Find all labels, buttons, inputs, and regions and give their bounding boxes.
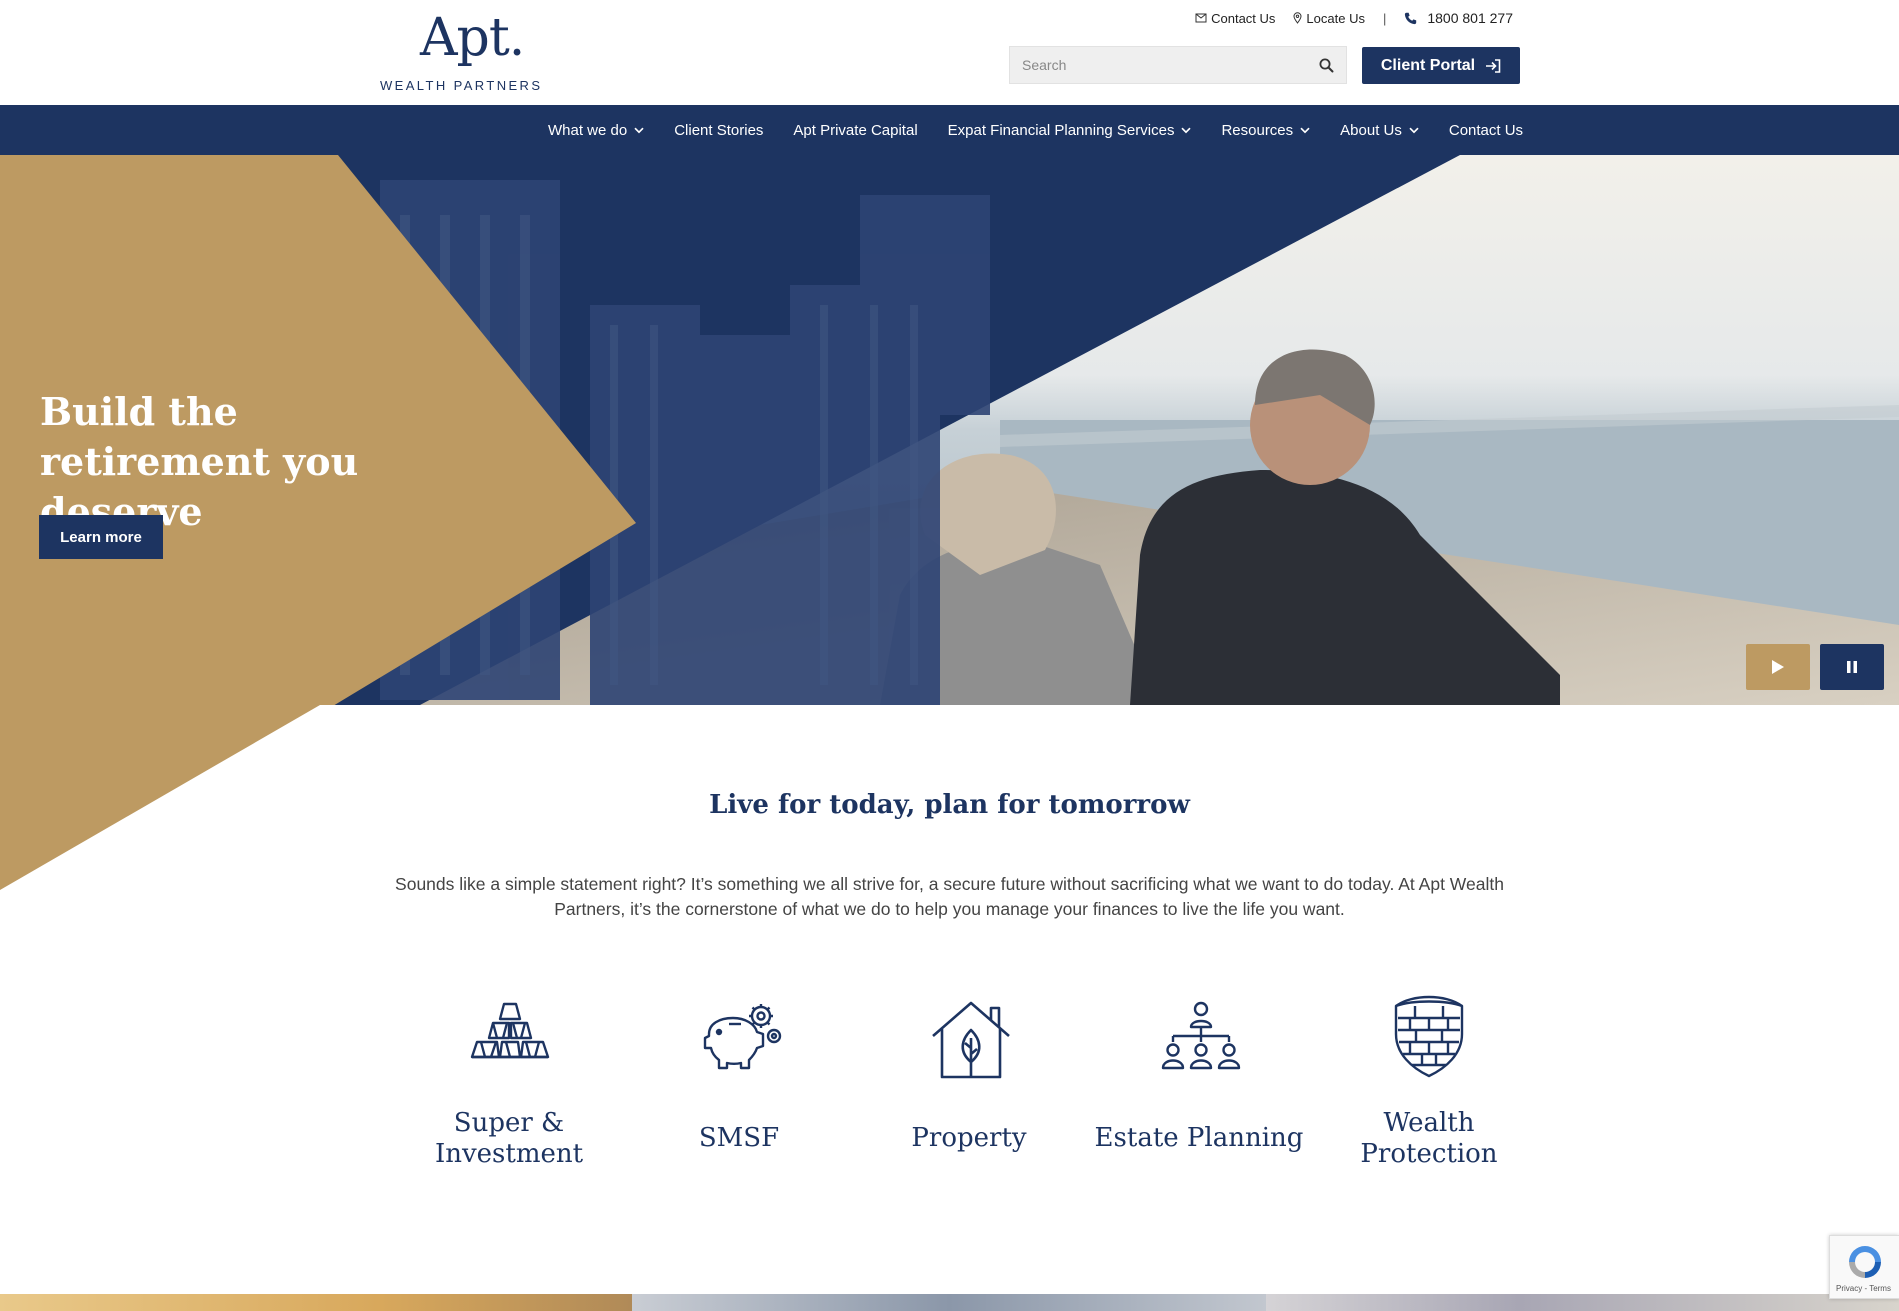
service-super-investment[interactable]: Super & Investment bbox=[399, 1000, 619, 1190]
recaptcha-badge[interactable]: Privacy - Terms bbox=[1829, 1235, 1899, 1299]
recaptcha-links[interactable]: Privacy - Terms bbox=[1836, 1284, 1891, 1293]
search-input[interactable] bbox=[1022, 57, 1319, 73]
service-label-line1: Property bbox=[911, 1123, 1027, 1153]
nav-item-label: Resources bbox=[1221, 121, 1294, 139]
utility-links: Contact Us Locate Us | 1800 801 277 bbox=[1177, 10, 1513, 26]
top-contact-label: Contact Us bbox=[1211, 10, 1276, 26]
sign-in-icon bbox=[1486, 58, 1501, 73]
phone-link[interactable]: 1800 801 277 bbox=[1404, 10, 1513, 26]
service-smsf[interactable]: SMSF bbox=[629, 1000, 849, 1190]
services-grid: Super & Investment SMSF Property Estate … bbox=[399, 995, 1549, 1190]
client-portal-button[interactable]: Client Portal bbox=[1362, 47, 1520, 84]
hero-banner: Build the retirement you deserve Learn m… bbox=[0, 155, 1899, 705]
service-label-line1: Estate Planning bbox=[1094, 1123, 1304, 1153]
nav-item-label: What we do bbox=[548, 121, 628, 139]
chevron-down-icon bbox=[634, 127, 644, 133]
pause-icon bbox=[1847, 661, 1857, 673]
service-label: Property bbox=[859, 1123, 1079, 1154]
service-label: SMSF bbox=[629, 1123, 849, 1154]
nav-item-label: Expat Financial Planning Services bbox=[947, 121, 1175, 139]
service-label-line1: Wealth bbox=[1383, 1108, 1475, 1138]
top-locate-link[interactable]: Locate Us bbox=[1293, 11, 1365, 26]
nav-resources[interactable]: Resources bbox=[1221, 122, 1310, 139]
search-box bbox=[1009, 46, 1347, 84]
slider-play-button[interactable] bbox=[1746, 644, 1810, 690]
top-locate-label: Locate Us bbox=[1306, 10, 1365, 26]
search-icon[interactable] bbox=[1319, 58, 1334, 73]
house-leaf-icon bbox=[932, 1001, 1010, 1079]
service-label-line2: Protection bbox=[1360, 1139, 1498, 1169]
logo-wordmark: Apt. bbox=[420, 8, 525, 68]
intro-paragraph: Sounds like a simple statement right? It… bbox=[395, 874, 1504, 919]
service-label: Estate Planning bbox=[1089, 1123, 1309, 1154]
nav-client-stories[interactable]: Client Stories bbox=[674, 122, 763, 139]
chevron-down-icon bbox=[1181, 127, 1192, 133]
phone-number: 1800 801 277 bbox=[1427, 10, 1513, 26]
logo-tagline: WEALTH PARTNERS bbox=[380, 78, 543, 93]
recaptcha-icon bbox=[1849, 1246, 1881, 1278]
next-section-preview bbox=[0, 1294, 1899, 1311]
chevron-down-icon bbox=[1300, 127, 1310, 133]
piggy-bank-icon bbox=[703, 1004, 782, 1070]
service-label: Super & Investment bbox=[399, 1108, 619, 1170]
nav-about-us[interactable]: About Us bbox=[1340, 122, 1419, 139]
preview-image bbox=[0, 1294, 632, 1311]
divider: | bbox=[1382, 10, 1387, 26]
envelope-heart-icon bbox=[1195, 13, 1207, 23]
phone-icon bbox=[1405, 12, 1417, 24]
client-portal-label: Client Portal bbox=[1380, 56, 1476, 74]
nav-what-we-do[interactable]: What we do bbox=[548, 122, 644, 139]
service-label-line1: Super & bbox=[453, 1108, 565, 1138]
map-pin-icon bbox=[1293, 12, 1302, 24]
play-icon bbox=[1772, 660, 1784, 674]
nav-contact-us[interactable]: Contact Us bbox=[1449, 122, 1523, 139]
site-header: Apt. WEALTH PARTNERS Contact Us Locate U… bbox=[0, 0, 1899, 105]
preview-image bbox=[632, 1294, 1266, 1311]
shield-icon bbox=[1394, 995, 1464, 1078]
chevron-down-icon bbox=[1409, 127, 1419, 133]
nav-item-label: About Us bbox=[1340, 121, 1402, 139]
service-wealth-protection[interactable]: Wealth Protection bbox=[1319, 995, 1539, 1190]
learn-more-button[interactable]: Learn more bbox=[39, 515, 163, 559]
main-navigation: What we do Client Stories Apt Private Ca… bbox=[0, 105, 1899, 155]
slider-pause-button[interactable] bbox=[1820, 644, 1884, 690]
service-label-line1: SMSF bbox=[698, 1123, 780, 1153]
family-tree-icon bbox=[1161, 1001, 1241, 1070]
logo[interactable]: Apt. WEALTH PARTNERS bbox=[380, 8, 540, 94]
service-property[interactable]: Property bbox=[859, 1000, 1079, 1190]
intro-heading: Live for today, plan for tomorrow bbox=[709, 790, 1190, 820]
nav-item-label: Apt Private Capital bbox=[793, 121, 918, 139]
top-contact-link[interactable]: Contact Us bbox=[1195, 11, 1275, 26]
service-label-line2: Investment bbox=[434, 1139, 584, 1169]
nav-apt-private-capital[interactable]: Apt Private Capital bbox=[793, 122, 917, 139]
service-label: Wealth Protection bbox=[1319, 1108, 1539, 1170]
gold-bars-icon bbox=[470, 1002, 550, 1059]
nav-item-label: Contact Us bbox=[1448, 121, 1524, 139]
nav-expat-services[interactable]: Expat Financial Planning Services bbox=[948, 122, 1192, 139]
service-estate-planning[interactable]: Estate Planning bbox=[1089, 1000, 1309, 1190]
nav-item-label: Client Stories bbox=[674, 121, 764, 139]
preview-image bbox=[1266, 1294, 1899, 1311]
